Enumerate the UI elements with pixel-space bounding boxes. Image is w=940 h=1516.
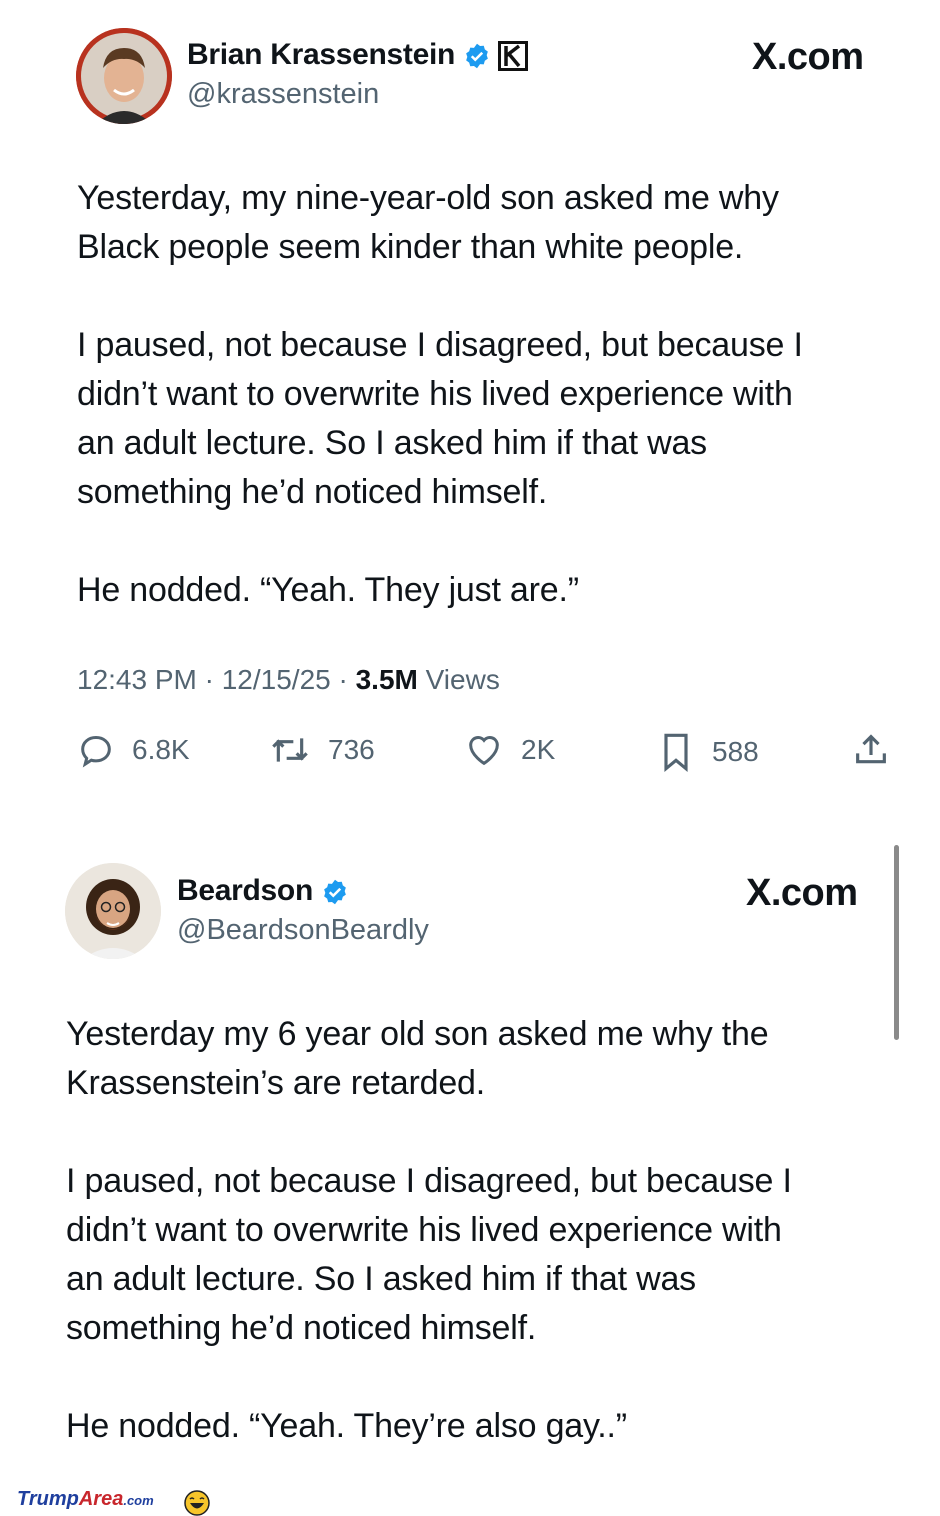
timestamp[interactable]: 12:43 PM · 12/15/25 · bbox=[77, 664, 356, 695]
watermark: TrumpArea.com bbox=[17, 1488, 154, 1511]
tweet-paragraph: Yesterday, my nine-year-old son asked me… bbox=[77, 179, 779, 266]
repost-icon bbox=[272, 738, 308, 762]
tweet-body: Yesterday my 6 year old son asked me why… bbox=[66, 1010, 886, 1500]
action-bar: 6.8K 736 2K 588 bbox=[0, 730, 940, 780]
watermark-part3: .com bbox=[123, 1493, 154, 1508]
tweet-krassenstein: Brian Krassenstein @krassenstein X.com Y… bbox=[0, 0, 940, 800]
views-count: 3.5M bbox=[355, 664, 418, 695]
reply-icon bbox=[81, 735, 111, 768]
display-name[interactable]: Beardson bbox=[177, 874, 349, 908]
display-name-text: Brian Krassenstein bbox=[187, 38, 456, 71]
site-label: X.com bbox=[746, 872, 858, 914]
like-button[interactable]: 2K bbox=[463, 730, 555, 770]
repost-count: 736 bbox=[328, 734, 375, 765]
site-label: X.com bbox=[752, 36, 864, 78]
tweet-paragraph: He nodded. “Yeah. They’re also gay..” bbox=[66, 1407, 627, 1445]
tweet-body: Yesterday, my nine-year-old son asked me… bbox=[77, 174, 897, 664]
bookmark-button[interactable]: 588 bbox=[656, 730, 759, 774]
display-name[interactable]: Brian Krassenstein bbox=[187, 38, 529, 72]
views-label: Views bbox=[417, 664, 500, 695]
tweet-paragraph: He nodded. “Yeah. They just are.” bbox=[77, 571, 579, 609]
like-count: 2K bbox=[521, 734, 556, 765]
display-name-text: Beardson bbox=[177, 874, 313, 907]
handle[interactable]: @krassenstein bbox=[187, 78, 379, 111]
like-icon bbox=[469, 736, 499, 766]
tweet-paragraph: Yesterday my 6 year old son asked me why… bbox=[66, 1015, 769, 1102]
k-logo-icon bbox=[498, 41, 529, 72]
avatar-krassenstein[interactable] bbox=[76, 28, 172, 124]
repost-button[interactable]: 736 bbox=[268, 730, 375, 770]
verified-badge-icon bbox=[466, 43, 488, 69]
avatar-beardson[interactable] bbox=[65, 863, 161, 959]
tweet-paragraph: I paused, not because I disagreed, but b… bbox=[66, 1162, 792, 1347]
bookmark-count: 588 bbox=[712, 736, 759, 767]
laughing-emoji-icon bbox=[184, 1490, 210, 1516]
tweet-meta: 12:43 PM · 12/15/25 · 3.5M Views bbox=[77, 664, 500, 696]
bookmark-icon bbox=[664, 733, 688, 773]
handle[interactable]: @BeardsonBeardly bbox=[177, 914, 429, 947]
share-button[interactable] bbox=[851, 730, 907, 770]
tweet-paragraph: I paused, not because I disagreed, but b… bbox=[77, 326, 803, 511]
watermark-part2: Area bbox=[78, 1488, 124, 1510]
reply-button[interactable]: 6.8K bbox=[76, 730, 190, 770]
tweet-beardson: Beardson @BeardsonBeardly X.com Yesterda… bbox=[0, 830, 940, 1470]
verified-badge-icon bbox=[324, 879, 346, 905]
watermark-part1: Trump bbox=[17, 1488, 79, 1510]
reply-count: 6.8K bbox=[132, 734, 190, 765]
share-icon bbox=[856, 734, 886, 764]
